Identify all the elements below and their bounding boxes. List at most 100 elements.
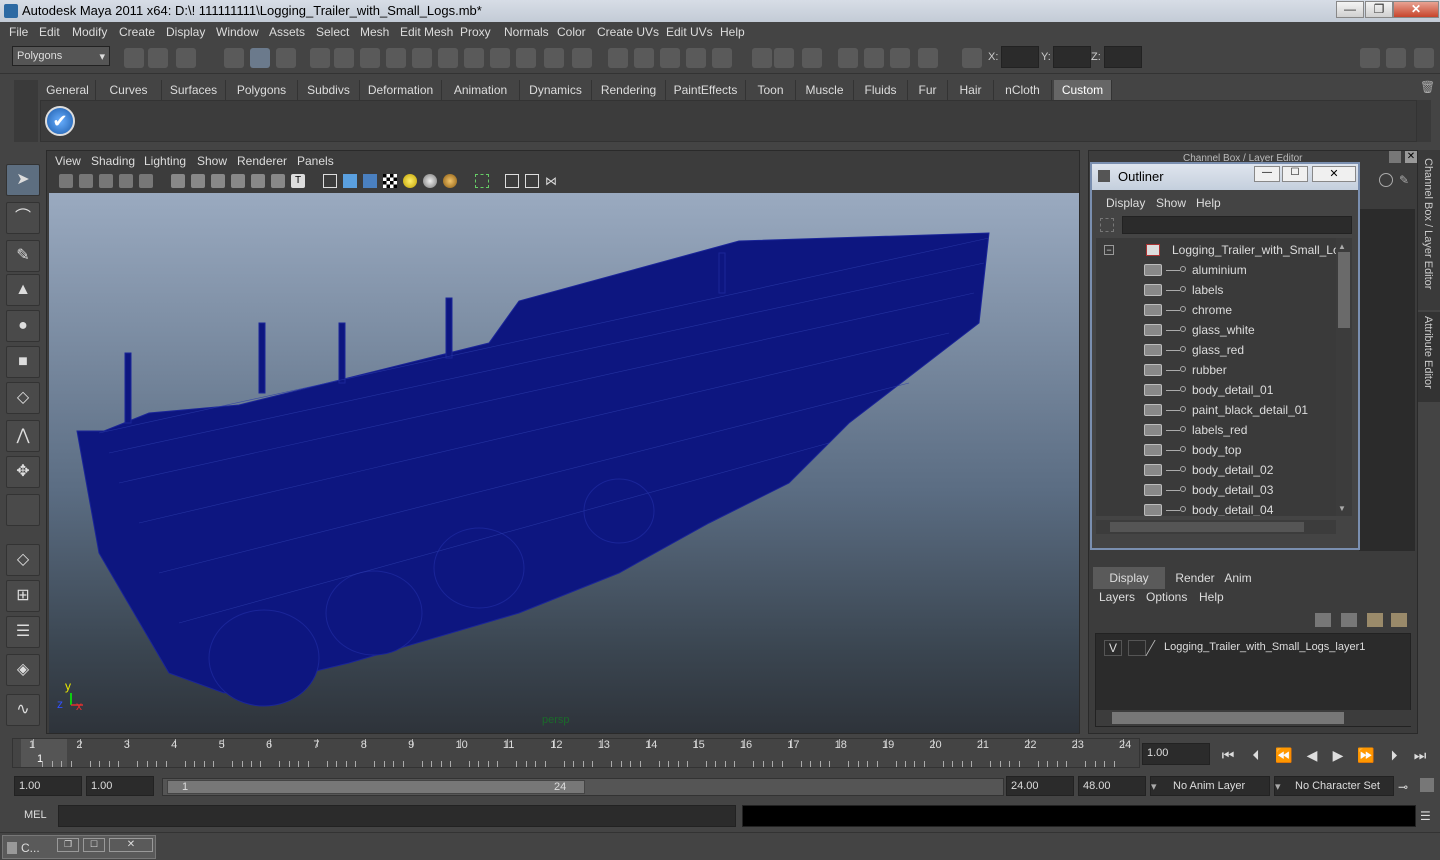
outliner-filter-icon[interactable] [1100,218,1114,232]
scroll-up-icon[interactable]: ▲ [1338,242,1350,252]
vp-menu-view[interactable]: View [55,154,81,168]
move-layer-down-icon[interactable] [1341,613,1357,627]
checkmark-icon[interactable]: ✔ [45,106,75,136]
paint-select-tool-icon[interactable]: ✎ [6,240,40,272]
outliner-item[interactable]: rubber [1096,360,1336,380]
select-object-icon[interactable] [250,48,270,68]
menu-mesh[interactable]: Mesh [360,25,389,39]
tab-dynamics[interactable]: Dynamics [520,80,592,100]
show-attribute-editor-icon[interactable] [1360,48,1380,68]
outliner-root-row[interactable]: − Logging_Trailer_with_Small_Logs [1096,240,1336,260]
open-scene-icon[interactable] [148,48,168,68]
new-layer-selected-icon[interactable] [1391,613,1407,627]
tab-muscle[interactable]: Muscle [796,80,854,100]
outliner-menu-display[interactable]: Display [1106,196,1145,210]
single-perspective-layout-icon[interactable]: ◇ [6,544,40,576]
camera-attributes-icon[interactable] [79,174,93,188]
outliner-vertical-scrollbar[interactable]: ▲ ▼ [1336,238,1352,516]
texture-icon[interactable] [383,174,397,188]
step-back-icon[interactable]: ⏴ [1246,745,1266,765]
outliner-item[interactable]: body_detail_01 [1096,380,1336,400]
outliner-item[interactable]: body_detail_04 [1096,500,1336,516]
outliner-item[interactable]: body_detail_02 [1096,460,1336,480]
outliner-persp-layout-icon[interactable]: ☰ [6,616,40,648]
start-time-field[interactable]: 1.00 [14,776,82,796]
show-tool-settings-icon[interactable] [1386,48,1406,68]
render-settings-icon[interactable] [918,48,938,68]
tab-hair[interactable]: Hair [948,80,994,100]
tab-subdivs[interactable]: Subdivs [298,80,360,100]
select-component-icon[interactable] [276,48,296,68]
graph-editor-layout-icon[interactable]: ◈ [6,654,40,686]
menu-window[interactable]: Window [216,25,259,39]
layer-row[interactable]: V Logging_Trailer_with_Small_Logs_layer1 [1100,638,1404,658]
outliner-maximize-button[interactable]: ☐ [1282,166,1308,182]
taskbar-restore-button[interactable]: ❐ [57,838,79,852]
show-channel-box-icon[interactable] [1414,48,1434,68]
outliner-search-input[interactable] [1122,216,1352,234]
panel-close-icon[interactable]: ✕ [1405,151,1417,163]
resolution-gate-icon[interactable] [211,174,225,188]
four-view-layout-icon[interactable]: ⊞ [6,580,40,612]
outliner-scroll-thumb[interactable] [1338,252,1350,328]
safe-action-icon[interactable] [271,174,285,188]
move-tool-icon[interactable]: ▲ [6,274,40,306]
outliner-item[interactable]: aluminium [1096,260,1336,280]
tab-ncloth[interactable]: nCloth [994,80,1052,100]
menu-edit-mesh[interactable]: Edit Mesh [400,25,453,39]
range-slider-thumb[interactable]: 1 24 [167,780,585,794]
outliner-close-button[interactable]: ✕ [1312,166,1356,182]
lasso-tool-icon[interactable]: ⌒ [6,202,40,234]
key-icon[interactable]: ⊸ [1398,780,1408,794]
rotate-tool-icon[interactable]: ● [6,310,40,342]
menu-edit-uvs[interactable]: Edit UVs [666,25,713,39]
layer-type-toggle[interactable] [1128,640,1146,656]
menu-proxy[interactable]: Proxy [460,25,491,39]
vp-menu-renderer[interactable]: Renderer [237,154,287,168]
vp-menu-panels[interactable]: Panels [297,154,334,168]
select-handles-icon[interactable] [334,48,354,68]
taskbar-close-button[interactable]: ✕ [109,838,153,852]
menu-assets[interactable]: Assets [269,25,305,39]
new-empty-layer-icon[interactable] [1367,613,1383,627]
tab-animation[interactable]: Animation [442,80,520,100]
menu-file[interactable]: File [9,25,28,39]
end-time-field[interactable]: 48.00 [1078,776,1146,796]
menu-display[interactable]: Display [166,25,205,39]
trash-icon[interactable]: 🗑 [1420,80,1435,98]
outliner-item[interactable]: body_detail_03 [1096,480,1336,500]
tab-deformation[interactable]: Deformation [360,80,442,100]
layer-visibility-toggle[interactable]: V [1104,640,1122,656]
y-coord-input[interactable] [1053,46,1091,68]
all-lights-icon[interactable] [423,174,437,188]
outliner-hscroll-thumb[interactable] [1110,522,1304,532]
menu-create-uvs[interactable]: Create UVs [597,25,659,39]
outliner-item[interactable]: labels [1096,280,1336,300]
film-gate-icon[interactable] [191,174,205,188]
outliner-minimize-button[interactable]: — [1254,166,1280,182]
outliner-item[interactable]: chrome [1096,300,1336,320]
vp-menu-show[interactable]: Show [197,154,227,168]
collapse-icon[interactable]: − [1104,245,1114,255]
snap-point-icon[interactable] [660,48,680,68]
layer-horizontal-scrollbar[interactable] [1096,710,1412,726]
select-hierarchy-icon[interactable] [224,48,244,68]
outliner-item[interactable]: body_top [1096,440,1336,460]
side-tab-attribute-editor[interactable]: Attribute Editor [1418,312,1440,402]
vp-menu-shading[interactable]: Shading [91,154,135,168]
restore-button[interactable]: ❐ [1365,1,1393,18]
soft-modification-icon[interactable]: ⋀ [6,420,40,452]
minimized-window-tab[interactable]: C... ❐ ☐ ✕ [2,835,156,859]
side-tab-channel-box[interactable]: Channel Box / Layer Editor [1418,150,1440,310]
vp-menu-lighting[interactable]: Lighting [144,154,186,168]
time-slider[interactable]: 1 1 2 3 4 5 6 7 8 9 10 11 12 13 14 15 16 17 18 19 20 21 22 23 2… [12,738,1140,768]
tab-fluids[interactable]: Fluids [854,80,908,100]
image-plane-icon[interactable] [119,174,133,188]
select-surfaces-icon[interactable] [412,48,432,68]
highlight-selection-icon[interactable] [572,48,592,68]
outliner-menu-show[interactable]: Show [1156,196,1186,210]
taskbar-maximize-button[interactable]: ☐ [83,838,105,852]
step-forward-icon[interactable]: ⏵ [1384,745,1404,765]
range-slider[interactable]: 1 24 [162,778,1004,796]
snap-curve-icon[interactable] [634,48,654,68]
